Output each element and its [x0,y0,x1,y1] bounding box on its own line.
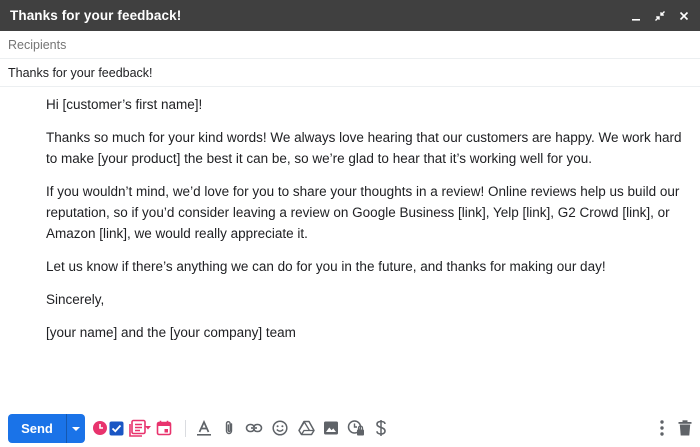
greeting: Hi [customer’s first name]! [46,97,203,112]
attach-icon[interactable] [219,418,239,438]
recipients-placeholder: Recipients [8,37,67,52]
subject-text: Thanks for your feedback! [8,65,153,80]
templates-dropdown-icon[interactable] [143,418,153,438]
format-text-icon[interactable] [194,418,214,438]
send-button[interactable]: Send [8,414,66,443]
sign-off: Sincerely, [46,292,105,307]
subject-field[interactable]: Thanks for your feedback! [0,59,700,87]
window-controls [626,6,694,26]
compose-toolbar: Send [0,408,700,447]
body-paragraph-closing: Let us know if there’s anything we can d… [46,259,606,274]
drive-icon[interactable] [296,418,316,438]
dollar-icon[interactable] [371,418,391,438]
window-title: Thanks for your feedback! [10,8,182,23]
photo-icon[interactable] [321,418,341,438]
link-icon[interactable] [244,418,264,438]
minimize-icon[interactable] [626,6,646,26]
confidential-icon[interactable] [346,418,366,438]
message-body[interactable]: Hi [customer’s first name]! Thanks so mu… [46,94,686,355]
body-paragraph-review-request: If you wouldn’t mind, we’d love for you … [46,184,680,241]
send-button-group: Send [8,414,85,443]
signature: [your name] and the [your company] team [46,325,296,340]
compose-title-bar: Thanks for your feedback! [0,0,700,31]
close-icon[interactable] [674,6,694,26]
more-vert-icon[interactable] [652,418,672,438]
calendar-icon[interactable] [154,418,174,438]
body-paragraph-thanks: Thanks so much for your kind words! We a… [46,130,682,166]
trash-icon[interactable] [675,418,695,438]
recipients-field[interactable]: Recipients [0,31,700,59]
toolbar-divider [185,420,186,437]
checkbox-icon[interactable] [106,418,126,438]
emoji-icon[interactable] [270,418,290,438]
send-options-chevron-down-icon[interactable] [67,414,85,443]
exit-full-screen-icon[interactable] [650,6,670,26]
